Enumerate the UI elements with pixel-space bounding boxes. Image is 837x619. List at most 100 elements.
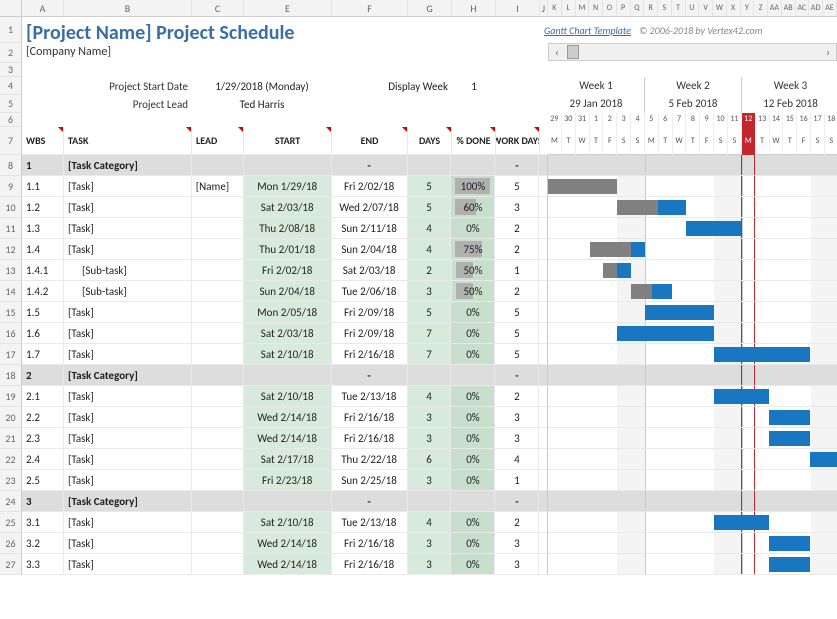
cell-lead[interactable] [192, 155, 244, 176]
cell-work-days[interactable]: 5 [495, 344, 539, 365]
cell-wbs[interactable]: 3.3 [22, 554, 64, 575]
cell-start[interactable]: Wed 2/14/18 [244, 428, 332, 449]
col-V[interactable]: V [699, 0, 713, 16]
cell-task[interactable]: [Task] [64, 323, 192, 344]
template-link[interactable]: Gantt Chart Template [544, 24, 631, 37]
col-U[interactable]: U [686, 0, 700, 16]
gantt-bar[interactable] [548, 179, 617, 194]
cell-task[interactable]: [Task] [64, 533, 192, 554]
cell-start[interactable]: Sat 2/03/18 [244, 323, 332, 344]
col-AE[interactable]: AE [823, 0, 837, 16]
cell-lead[interactable] [192, 302, 244, 323]
cell-task[interactable]: [Task] [64, 302, 192, 323]
cell-days[interactable]: 3 [408, 470, 452, 491]
cell-task[interactable]: [Sub-task] [64, 260, 192, 281]
cell-start[interactable]: Sat 2/17/18 [244, 449, 332, 470]
row-gutter[interactable]: 14 [0, 281, 22, 302]
cell-start[interactable] [244, 491, 332, 512]
gantt-bar[interactable] [617, 326, 713, 341]
col-Q[interactable]: Q [631, 0, 645, 16]
col-R[interactable]: R [644, 0, 658, 16]
row-4-gutter[interactable]: 4 [0, 77, 22, 95]
cell-lead[interactable] [192, 281, 244, 302]
gantt-bar[interactable] [645, 305, 714, 320]
cell-wbs[interactable]: 1.1 [22, 176, 64, 197]
cell-task[interactable]: [Sub-task] [64, 281, 192, 302]
cell-days[interactable]: 4 [408, 239, 452, 260]
cell-wbs[interactable]: 3.1 [22, 512, 64, 533]
cell-start[interactable]: Mon 2/05/18 [244, 302, 332, 323]
col-H[interactable]: H [452, 0, 496, 16]
cell-start[interactable]: Sat 2/03/18 [244, 197, 332, 218]
cell-days[interactable]: 7 [408, 344, 452, 365]
col-J[interactable]: J [540, 0, 548, 16]
cell-work-days[interactable]: - [495, 365, 539, 386]
cell-work-days[interactable]: 2 [495, 281, 539, 302]
project-lead[interactable]: Ted Harris [192, 95, 332, 113]
row-gutter[interactable]: 21 [0, 428, 22, 449]
cell-work-days[interactable]: 1 [495, 470, 539, 491]
cell-days[interactable]: 4 [408, 512, 452, 533]
cell-task[interactable]: [Task] [64, 197, 192, 218]
row-gutter[interactable]: 12 [0, 239, 22, 260]
gantt-bar[interactable] [714, 389, 769, 404]
cell-days[interactable]: 7 [408, 323, 452, 344]
gantt-bar[interactable] [769, 557, 810, 572]
col-AA[interactable]: AA [768, 0, 782, 16]
cell-lead[interactable] [192, 512, 244, 533]
cell-days[interactable]: 4 [408, 386, 452, 407]
cell-lead[interactable] [192, 323, 244, 344]
cell-task[interactable]: [Task] [64, 470, 192, 491]
cell-work-days[interactable]: - [495, 155, 539, 176]
row-gutter[interactable]: 20 [0, 407, 22, 428]
row-gutter[interactable]: 26 [0, 533, 22, 554]
week-scroll[interactable]: ‹ › [548, 43, 837, 61]
chevron-left-icon[interactable]: ‹ [549, 46, 565, 59]
cell-days[interactable]: 2 [408, 260, 452, 281]
cell-pct-done[interactable]: 0% [451, 470, 495, 491]
cell-start[interactable]: Sat 2/10/18 [244, 512, 332, 533]
cell-pct-done[interactable]: 50% [452, 260, 496, 281]
cell-task[interactable]: [Task] [64, 239, 192, 260]
cell-lead[interactable] [192, 470, 244, 491]
cell-days[interactable]: 3 [408, 554, 452, 575]
cell-lead[interactable] [192, 197, 244, 218]
cell-wbs[interactable]: 1.4 [22, 239, 64, 260]
cell-lead[interactable] [192, 239, 244, 260]
cell-work-days[interactable]: 2 [495, 239, 539, 260]
cell-pct-done[interactable]: 0% [451, 386, 495, 407]
cell-days[interactable]: 6 [408, 449, 452, 470]
col-C[interactable]: C [192, 0, 244, 16]
cell-pct-done[interactable]: 60% [451, 197, 495, 218]
cell-start[interactable]: Thu 2/01/18 [244, 239, 332, 260]
row-gutter[interactable]: 15 [0, 302, 22, 323]
chevron-right-icon[interactable]: › [820, 46, 836, 59]
cell-start[interactable]: Mon 1/29/18 [244, 176, 332, 197]
cell-pct-done[interactable]: 0% [451, 554, 495, 575]
cell-lead[interactable] [192, 260, 244, 281]
col-L[interactable]: L [562, 0, 576, 16]
cell-pct-done[interactable]: 0% [451, 407, 495, 428]
row-gutter[interactable]: 13 [0, 260, 22, 281]
gantt-bar[interactable] [714, 347, 810, 362]
cell-days[interactable]: 3 [408, 407, 452, 428]
cell-task[interactable]: [Task] [64, 512, 192, 533]
cell-work-days[interactable]: 3 [495, 428, 539, 449]
cell-end[interactable]: Fri 2/02/18 [332, 176, 408, 197]
row-gutter[interactable]: 16 [0, 323, 22, 344]
cell-pct-done[interactable]: 0% [451, 449, 495, 470]
col-X[interactable]: X [727, 0, 741, 16]
cell-lead[interactable] [192, 344, 244, 365]
gantt-bar[interactable] [603, 263, 631, 278]
cell-work-days[interactable]: 2 [495, 512, 539, 533]
cell-pct-done[interactable] [451, 155, 495, 176]
cell-pct-done[interactable]: 0% [451, 344, 495, 365]
row-gutter[interactable]: 25 [0, 512, 22, 533]
cell-wbs[interactable]: 1.6 [22, 323, 64, 344]
cell-end[interactable]: Fri 2/16/18 [332, 407, 408, 428]
col-G[interactable]: G [408, 0, 452, 16]
cell-days[interactable]: 4 [408, 218, 452, 239]
col-T[interactable]: T [672, 0, 686, 16]
cell-wbs[interactable]: 2 [22, 365, 64, 386]
row-gutter[interactable]: 22 [0, 449, 22, 470]
